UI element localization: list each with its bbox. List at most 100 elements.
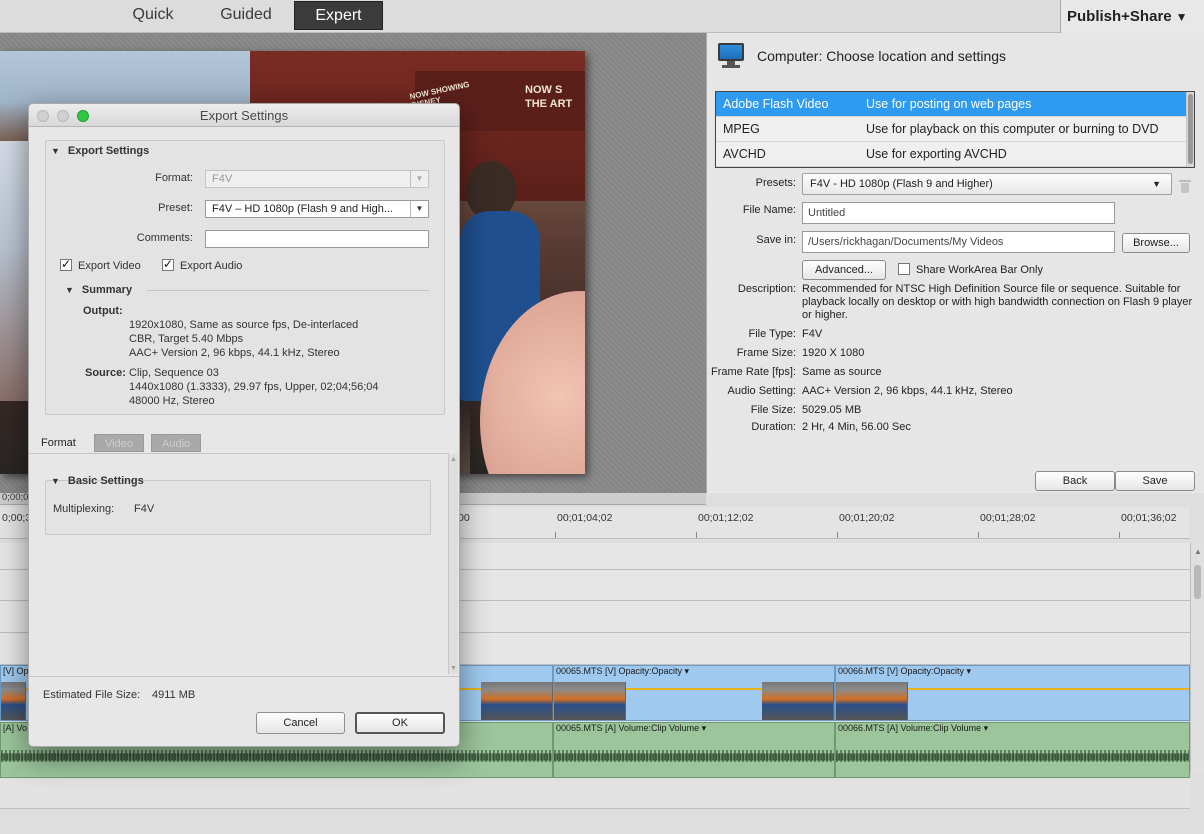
triangle-down-icon[interactable]: ▼ — [51, 146, 60, 156]
tab-expert[interactable]: Expert — [294, 1, 383, 30]
info-value: F4V — [802, 328, 823, 340]
source-line: Clip, Sequence 03 — [129, 367, 219, 379]
scroll-up-icon[interactable]: ▲ — [450, 456, 457, 463]
format-list[interactable]: Adobe Flash Video Use for posting on web… — [715, 91, 1195, 168]
info-value: 5029.05 MB — [802, 404, 862, 416]
export-video-label: Export Video — [78, 260, 141, 272]
format-desc: Use for playback on this computer or bur… — [866, 122, 1159, 136]
basic-settings-section[interactable]: ▼ Basic Settings — [51, 475, 144, 487]
source-line: 48000 Hz, Stereo — [129, 395, 215, 407]
clip-label: 00066.MTS [A] Volume:Clip Volume ▾ — [838, 723, 989, 733]
format-list-scrollbar[interactable] — [1186, 92, 1194, 167]
export-audio-option[interactable]: Export Audio — [162, 257, 243, 273]
estimated-size-value: 4911 MB — [152, 689, 196, 701]
source-line: 1440x1080 (1.3333), 29.97 fps, Upper, 02… — [129, 381, 379, 393]
advanced-button[interactable]: Advanced... — [802, 260, 886, 280]
description-text: Recommended for NTSC High Definition Sou… — [802, 283, 1193, 321]
info-value: Same as source — [802, 366, 882, 378]
summary-section[interactable]: ▼ Summary — [65, 284, 132, 296]
triangle-down-icon[interactable]: ▼ — [51, 476, 60, 486]
dialog-title: Export Settings — [199, 108, 289, 123]
info-value: AAC+ Version 2, 96 kbps, 44.1 kHz, Stere… — [802, 385, 1013, 397]
comments-input[interactable] — [205, 230, 429, 248]
preset-select[interactable]: F4V – HD 1080p (Flash 9 and High... ▼ — [205, 200, 429, 218]
scroll-up-icon[interactable]: ▲ — [1194, 547, 1202, 556]
format-row-mpeg[interactable]: MPEG Use for playback on this computer o… — [716, 117, 1186, 142]
clip-label: [A] Vo — [3, 723, 28, 733]
preset-value: F4V – HD 1080p (Flash 9 and High... — [212, 203, 393, 215]
scroll-thumb[interactable] — [1194, 565, 1201, 599]
format-row-avchd[interactable]: AVCHD Use for exporting AVCHD — [716, 142, 1186, 167]
timeline-scrollbar[interactable]: ▲ — [1190, 543, 1204, 773]
comments-label: Comments: — [136, 232, 193, 244]
audio-clip[interactable]: 00066.MTS [A] Volume:Clip Volume ▾ — [835, 722, 1190, 778]
export-audio-checkbox[interactable] — [162, 257, 174, 271]
info-label: Frame Size: — [736, 347, 796, 359]
export-settings-dialog: Export Settings ▼ Export Settings Format:… — [28, 103, 460, 747]
tab-guided[interactable]: Guided — [200, 0, 292, 30]
triangle-down-icon[interactable]: ▼ — [65, 285, 74, 295]
chevron-down-icon: ▼ — [1175, 10, 1188, 24]
info-label: Frame Rate [fps]: — [711, 366, 796, 378]
info-label: File Type: — [748, 328, 797, 340]
clip-label: [V] Op — [3, 666, 29, 676]
trash-icon[interactable] — [1179, 180, 1191, 194]
info-label: Duration: — [751, 421, 796, 433]
divider — [147, 290, 429, 291]
time-label: 0;00;3 — [2, 512, 32, 524]
clip-thumbnail — [554, 682, 626, 720]
export-video-option[interactable]: Export Video — [60, 257, 141, 273]
ok-button[interactable]: OK — [355, 712, 445, 734]
audio-clip[interactable]: 00065.MTS [A] Volume:Clip Volume ▾ — [553, 722, 835, 778]
video-clip[interactable]: 00065.MTS [V] Opacity:Opacity ▾ — [553, 665, 835, 721]
computer-monitor-icon — [717, 42, 745, 70]
export-video-checkbox[interactable] — [60, 257, 72, 271]
info-label: File Size: — [750, 404, 796, 416]
presets-select[interactable]: F4V - HD 1080p (Flash 9 and Higher) ▼ — [802, 173, 1172, 195]
export-settings-section[interactable]: ▼ Export Settings — [51, 145, 149, 157]
dialog-titlebar[interactable]: Export Settings — [29, 104, 459, 127]
cancel-button[interactable]: Cancel — [256, 712, 345, 734]
publish-header: Computer: Choose location and settings — [717, 41, 1006, 71]
tab-format[interactable]: Format — [31, 434, 86, 452]
dialog-scrollbar[interactable]: ▲ ▼ — [448, 454, 458, 674]
format-value: F4V — [212, 173, 233, 185]
time-label: 00;01;28;02 — [980, 512, 1036, 524]
section-title: Export Settings — [67, 145, 150, 157]
video-clip[interactable]: 00066.MTS [V] Opacity:Opacity ▾ — [835, 665, 1190, 721]
publish-panel: Computer: Choose location and settings A… — [706, 33, 1204, 503]
tab-video[interactable]: Video — [94, 434, 144, 452]
preset-label: Preset: — [158, 202, 193, 214]
format-name: MPEG — [723, 122, 760, 136]
save-button[interactable]: Save — [1115, 471, 1195, 491]
clip-label: 00065.MTS [A] Volume:Clip Volume ▾ — [556, 723, 707, 733]
export-audio-label: Export Audio — [180, 260, 243, 272]
info-value: 1920 X 1080 — [802, 347, 865, 359]
format-name: Adobe Flash Video — [723, 97, 829, 111]
scroll-down-icon[interactable]: ▼ — [450, 665, 457, 672]
section-title: Summary — [81, 284, 133, 296]
back-button[interactable]: Back — [1035, 471, 1115, 491]
source-label: Source: — [85, 367, 126, 379]
presets-value: F4V - HD 1080p (Flash 9 and Higher) — [810, 178, 993, 190]
file-name-input[interactable]: Untitled — [802, 202, 1115, 224]
description-label: Description: — [737, 283, 796, 295]
share-workarea-label: Share WorkArea Bar Only — [916, 264, 1043, 276]
chevron-down-icon: ▼ — [1152, 179, 1161, 189]
tab-quick[interactable]: Quick — [110, 0, 196, 30]
publish-title: Computer: Choose location and settings — [757, 48, 1007, 64]
time-label: 00;01;04;02 — [557, 512, 613, 524]
format-row-flash[interactable]: Adobe Flash Video Use for posting on web… — [716, 92, 1186, 117]
publish-share-button[interactable]: Publish+Share ▼ — [1060, 0, 1204, 33]
browse-button[interactable]: Browse... — [1122, 233, 1190, 253]
clip-thumbnail — [481, 682, 553, 720]
share-workarea-option[interactable]: Share WorkArea Bar Only — [898, 263, 1043, 277]
format-select: F4V ▼ — [205, 170, 429, 188]
share-workarea-checkbox[interactable] — [898, 263, 910, 275]
save-in-input[interactable]: /Users/rickhagan/Documents/My Videos — [802, 231, 1115, 253]
clip-label: 00066.MTS [V] Opacity:Opacity ▾ — [838, 666, 972, 676]
multiplexing-label: Multiplexing: — [53, 503, 115, 515]
tab-audio[interactable]: Audio — [151, 434, 202, 452]
format-label: Format: — [155, 172, 193, 184]
time-label: 00;01;20;02 — [839, 512, 895, 524]
